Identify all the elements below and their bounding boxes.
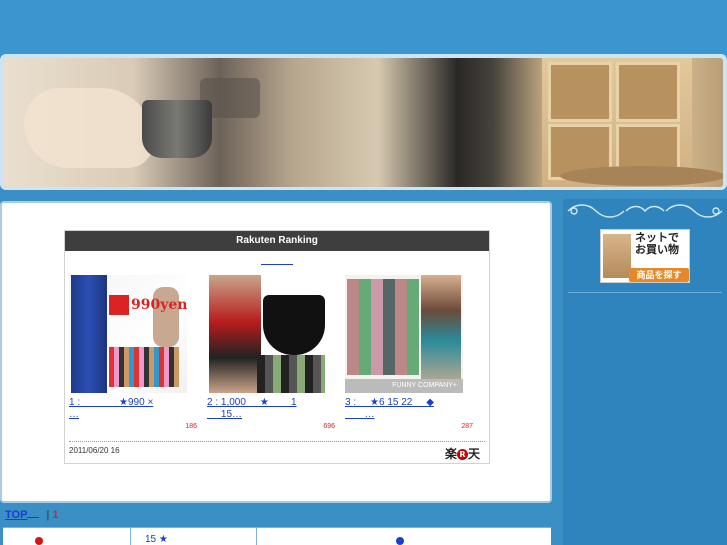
page-number[interactable]: 1: [52, 509, 58, 521]
blue-dot-icon: [396, 537, 404, 545]
ranking-item-1[interactable]: 990yen 1 : ★990 × … 186: [69, 275, 197, 430]
product-image-1[interactable]: 990yen: [69, 275, 187, 393]
link-underline: [27, 517, 40, 518]
rakuten-ranking-widget: Rakuten Ranking 990yen 1 : ★990 × … 186 …: [64, 230, 490, 464]
review-count: 186: [185, 423, 197, 430]
top-band: [0, 0, 727, 56]
teacup-shape: [142, 100, 212, 158]
scroll-ornament-icon: [567, 204, 723, 218]
red-dot-icon: [35, 537, 43, 545]
ranking-item-link[interactable]: 1 : ★990 × …: [69, 397, 197, 421]
widget-title: Rakuten Ranking: [65, 231, 489, 251]
product-image-2[interactable]: [207, 275, 325, 393]
breadcrumb: TOP | 1: [5, 509, 59, 521]
search-products-button[interactable]: 商品を探す: [629, 268, 689, 282]
rakuten-r-icon: R: [457, 449, 469, 460]
review-count: 287: [461, 423, 473, 430]
shop-banner-text: ネットで お買い物: [635, 232, 679, 256]
top-link[interactable]: TOP: [5, 509, 27, 521]
ranking-item-link[interactable]: 2 : 1,000 ★ 1 15…: [207, 397, 335, 421]
plate-shape: [560, 166, 723, 186]
info-table: 15 ★: [3, 527, 551, 545]
divider: [69, 441, 485, 442]
sidebar-divider: [568, 292, 722, 293]
header-image: [4, 58, 723, 187]
widget-header-link[interactable]: [261, 263, 293, 265]
table-cell: [3, 528, 131, 545]
gift-box-icon: [603, 234, 631, 278]
ranking-item-3[interactable]: FUNNY COMPANY+ 3 : ★6 15 22 ◆ … 287: [345, 275, 473, 430]
review-count: 696: [323, 423, 335, 430]
product-image-3[interactable]: FUNNY COMPANY+: [345, 275, 463, 393]
separator: |: [46, 509, 50, 521]
table-text: 15 ★: [145, 534, 168, 545]
hand-shape: [24, 88, 154, 168]
shop-search-banner[interactable]: ネットで お買い物 商品を探す: [600, 229, 690, 283]
update-date: 2011/06/20 16: [69, 446, 120, 455]
ranking-item-link[interactable]: 3 : ★6 15 22 ◆ …: [345, 397, 473, 421]
rakuten-logo[interactable]: 楽天楽R天: [445, 445, 480, 462]
ranking-item-2[interactable]: 2 : 1,000 ★ 1 15… 696: [207, 275, 335, 430]
